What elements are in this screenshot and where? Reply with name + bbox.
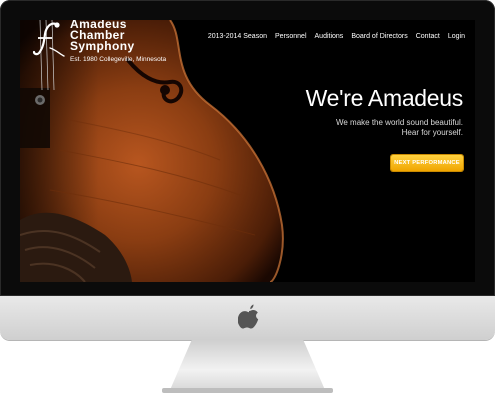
apple-logo-icon	[238, 304, 259, 329]
nav-item-login[interactable]: Login	[448, 33, 465, 40]
hero-subtitle: We make the world sound beautiful. Hear …	[263, 118, 463, 138]
logo-tagline: Est. 1980 Collegeville, Minnesota	[70, 56, 167, 63]
monitor-stand	[170, 340, 325, 390]
nav-item-contact[interactable]: Contact	[416, 33, 440, 40]
main-nav: 2013-2014 Season Personnel Auditions Boa…	[208, 33, 465, 40]
monitor-stand-base	[162, 388, 333, 393]
hero-title: We're Amadeus	[305, 85, 464, 111]
nav-item-board-of-directors[interactable]: Board of Directors	[351, 33, 407, 40]
violin-f-logo-icon	[32, 22, 65, 57]
hero-subtitle-line-2: Hear for yourself.	[401, 128, 463, 137]
logo-wordmark: Amadeus Chamber Symphony	[70, 20, 135, 53]
nav-item-auditions[interactable]: Auditions	[315, 33, 344, 40]
hero-subtitle-line-1: We make the world sound beautiful.	[335, 118, 463, 127]
nav-item-personnel[interactable]: Personnel	[275, 33, 307, 40]
next-performance-button[interactable]: NEXT PERFORMANCE	[391, 155, 463, 171]
site-logo[interactable]: Amadeus Chamber Symphony Est. 1980 Colle…	[26, 20, 196, 70]
website-screen: Amadeus Chamber Symphony Est. 1980 Colle…	[20, 20, 475, 282]
nav-item-season[interactable]: 2013-2014 Season	[208, 33, 267, 40]
